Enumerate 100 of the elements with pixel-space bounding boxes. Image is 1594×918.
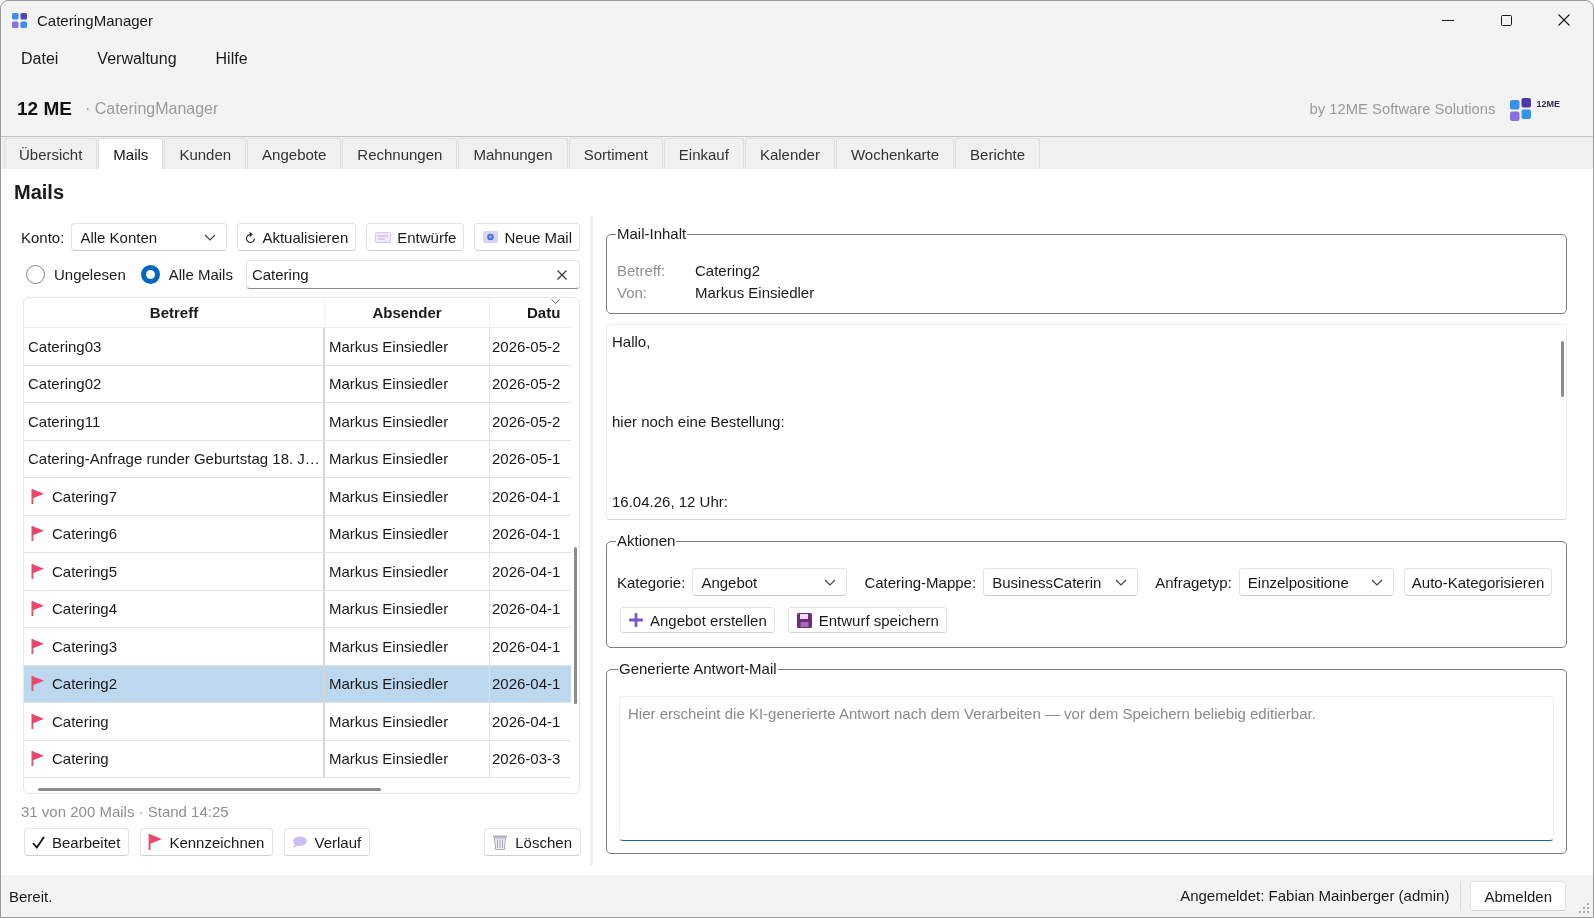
scrollbar-thumb[interactable] [1561,341,1564,397]
vendor-text: by 12ME Software Solutions [1309,101,1496,117]
action-button[interactable]: Löschen [484,828,581,856]
table-cell-text: 2026-03-3 [491,749,562,770]
scrollbar-thumb[interactable] [38,788,381,791]
table-cell: Markus Einsiedler [325,628,490,665]
group-title: Mail-Inhalt [616,225,688,243]
field-label: Anfragetyp: [1155,573,1232,591]
user-info: Angemeldet: Fabian Mainberger (admin) [1180,881,1462,911]
trash-icon [492,834,509,850]
resize-grip-icon[interactable] [1579,903,1589,913]
mail-row[interactable]: Catering2 Markus Einsiedler 2026-04-1 [24,665,571,703]
table-cell: Markus Einsiedler [325,515,490,552]
mail-row[interactable]: Catering6 Markus Einsiedler 2026-04-1 [24,515,571,553]
table-cell: Catering-Anfrage runder Geburtstag 18. J… [28,450,320,468]
table-cell-text: 2026-04-1 [491,524,562,545]
mail-row[interactable]: Catering Markus Einsiedler 2026-03-3 [24,740,571,778]
mail-row[interactable]: Catering11 Markus Einsiedler 2026-05-2 [24,403,571,441]
tab[interactable]: Kalender [744,138,835,169]
table-cell: Catering11 [28,412,101,430]
auto-categorize-button[interactable]: Auto-Kategorisieren [1403,568,1553,596]
caret-icon [1370,578,1383,586]
window-title: CateringManager [37,11,153,29]
action-button[interactable]: Verlauf [284,828,371,856]
table-cell: Markus Einsiedler [325,365,490,402]
toolbar-button[interactable]: Neue Mail [474,223,580,251]
mail-row[interactable]: Catering3 Markus Einsiedler 2026-04-1 [24,628,571,666]
dropdown[interactable]: BusinessCaterin [983,568,1139,596]
new-mail-icon [483,231,499,243]
caret-icon [1115,578,1128,586]
flag-icon [31,676,44,692]
group-title: Aktionen [616,532,677,550]
field-label: Betreff: [617,261,667,281]
tab[interactable]: Einkauf [663,138,744,169]
radio-circle[interactable] [26,265,45,284]
table-cell: Markus Einsiedler [325,703,490,740]
logout-button[interactable]: Abmelden [1470,881,1566,911]
table-cell: Markus Einsiedler [325,553,490,590]
tab[interactable]: Berichte [955,138,1041,169]
tab[interactable]: Wochenkarte [835,138,955,169]
account-label: Konto: [21,228,65,246]
field-label: Von: [617,283,649,303]
table-cell: Catering3 [52,637,118,655]
field-label: Catering-Mappe: [864,573,977,591]
logo-squares-icon [1510,97,1532,121]
mail-row[interactable]: Catering5 Markus Einsiedler 2026-04-1 [24,553,571,591]
table-cell: Catering7 [52,487,118,505]
tab[interactable]: Übersicht [4,138,98,169]
column-header[interactable]: Datu [490,298,571,327]
tab[interactable]: Mahnungen [458,138,568,169]
tab[interactable]: Mails [98,138,164,169]
column-header[interactable]: Absender [325,298,490,327]
reply-textarea[interactable]: Hier erscheint die KI-generierte Antwort nach dem Verarbeiten — vor dem Speichern beliebig editierbar. [619,696,1554,841]
mail-row[interactable]: Catering4 Markus Einsiedler 2026-04-1 [24,590,571,628]
action-button[interactable]: Bearbeitet [24,828,130,856]
minimize-icon [1442,19,1454,21]
table-cell-text: 2026-05-1 [491,449,562,470]
toolbar-button[interactable]: Entwürfe [366,223,465,251]
dropdown[interactable]: Einzelpositione [1238,568,1394,596]
tab[interactable]: Rechnungen [342,138,458,169]
mail-row[interactable]: Catering02 Markus Einsiedler 2026-05-2 [24,365,571,403]
speech-bubble-icon [292,836,308,848]
table-cell: Markus Einsiedler [325,328,490,365]
table-cell-text: 2026-04-1 [491,711,562,732]
tab[interactable]: Kunden [164,138,247,169]
mail-row[interactable]: Catering Markus Einsiedler 2026-04-1 [24,703,571,741]
account-dropdown[interactable]: Alle Konten [71,223,228,251]
flag-icon [31,488,44,504]
table-cell-text: 2026-05-2 [491,411,562,432]
mail-body-box[interactable]: Hallo, hier noch eine Bestellung: 16.04.26, 12 Uhr: [606,324,1567,520]
action-button[interactable]: Angebot erstellen [620,607,775,633]
table-cell: Markus Einsiedler [325,440,490,477]
table-cell: Markus Einsiedler [325,478,490,515]
radio-option[interactable]: Ungelesen [26,265,126,284]
column-header[interactable]: Betreff [24,298,325,327]
flag-icon [31,526,44,542]
menu-item[interactable]: Verwaltung [77,42,197,75]
action-button[interactable]: Entwurf speichern [787,607,947,633]
status-text: Bereit. [9,887,53,905]
menu-item[interactable]: Hilfe [196,42,268,75]
check-icon [32,835,45,849]
action-button[interactable]: Kennzeichnen [140,828,274,856]
table-cell-text: 2026-04-1 [491,561,562,582]
tab[interactable]: Angebote [247,138,342,169]
table-cell: Catering2 [52,675,118,693]
menu-item[interactable]: Datei [1,42,78,75]
scrollbar-thumb[interactable] [574,547,577,704]
dropdown[interactable]: Angebot [692,568,848,596]
mail-row[interactable]: Catering-Anfrage runder Geburtstag 18. J… Markus Einsiedler 2026-05-1 [24,440,571,478]
radio-option[interactable]: Alle Mails [140,265,233,284]
table-cell-text: 2026-04-1 [491,674,562,695]
app-subtitle: · CateringManager [84,100,219,118]
caret-icon [204,233,217,241]
mail-row[interactable]: Catering03 Markus Einsiedler 2026-05-2 [24,328,571,366]
toolbar-button[interactable]: Aktualisieren [237,223,357,251]
radio-circle[interactable] [140,265,160,284]
page-title: Mails [13,180,66,205]
tab[interactable]: Sortiment [568,138,663,169]
flag-icon [31,713,44,729]
mail-row[interactable]: Catering7 Markus Einsiedler 2026-04-1 [24,478,571,516]
